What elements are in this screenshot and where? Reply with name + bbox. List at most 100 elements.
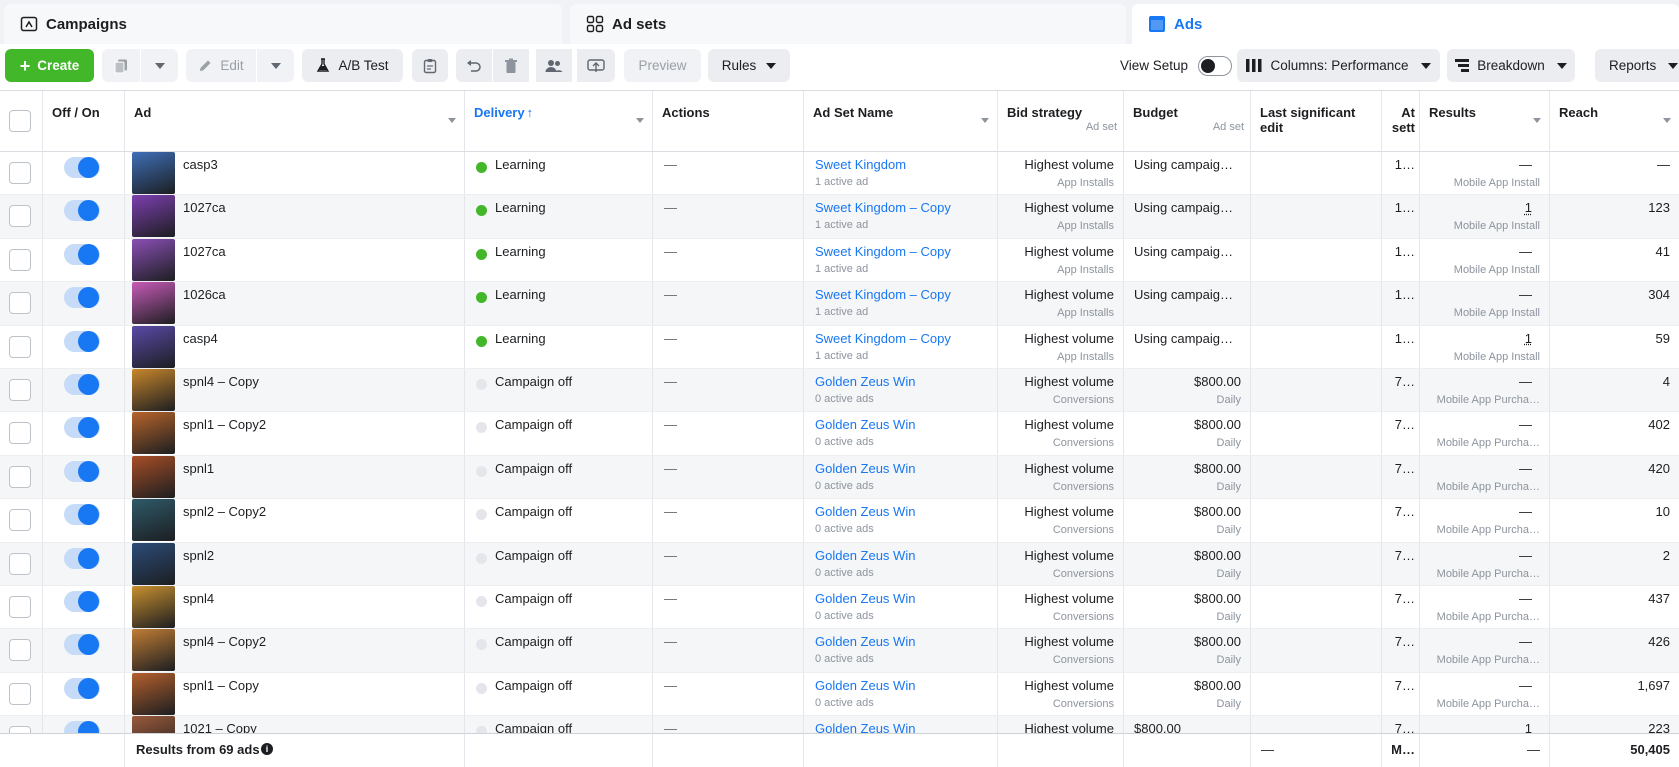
col-budget[interactable]: Budget Ad set xyxy=(1124,91,1251,151)
row-checkbox[interactable] xyxy=(9,596,31,618)
edit-button[interactable]: Edit xyxy=(186,49,256,82)
ad-on-off-toggle[interactable] xyxy=(64,417,100,438)
rules-button[interactable]: Rules xyxy=(708,49,790,82)
ad-name[interactable]: spnl4 – Copy2 xyxy=(183,634,266,649)
table-row[interactable]: spnl1 Campaign off — Golden Zeus Win 0 activ… xyxy=(0,456,1679,499)
row-checkbox[interactable] xyxy=(9,292,31,314)
clipboard-button[interactable] xyxy=(412,49,448,82)
ad-name[interactable]: casp3 xyxy=(183,157,218,172)
ad-name[interactable]: 1026ca xyxy=(183,287,226,302)
table-row[interactable]: casp3 Learning — Sweet Kingdom 1 active ad Hi… xyxy=(0,152,1679,195)
row-checkbox[interactable] xyxy=(9,683,31,705)
ad-on-off-toggle[interactable] xyxy=(64,504,100,525)
select-all-checkbox[interactable] xyxy=(9,110,31,132)
row-checkbox[interactable] xyxy=(9,422,31,444)
ad-set-link[interactable]: Golden Zeus Win xyxy=(815,417,915,432)
ad-name[interactable]: spnl1 xyxy=(183,461,214,476)
ad-name[interactable]: spnl2 – Copy2 xyxy=(183,504,266,519)
ad-on-off-toggle[interactable] xyxy=(64,244,100,265)
ad-name[interactable]: 1027ca xyxy=(183,200,226,215)
table-row[interactable]: 1027ca Learning — Sweet Kingdom – Copy 1 act… xyxy=(0,239,1679,282)
info-icon[interactable]: i xyxy=(261,743,273,755)
ad-on-off-toggle[interactable] xyxy=(64,591,100,612)
ad-name[interactable]: spnl1 – Copy xyxy=(183,678,259,693)
ad-thumbnail[interactable] xyxy=(132,499,175,541)
ad-thumbnail[interactable] xyxy=(132,543,175,585)
ad-on-off-toggle[interactable] xyxy=(64,634,100,655)
row-checkbox[interactable] xyxy=(9,639,31,661)
ad-on-off-toggle[interactable] xyxy=(64,548,100,569)
ad-thumbnail[interactable] xyxy=(132,586,175,628)
table-row[interactable]: spnl4 – Copy Campaign off — Golden Zeus Win… xyxy=(0,369,1679,412)
table-row[interactable]: 1027ca Learning — Sweet Kingdom – Copy 1 act… xyxy=(0,195,1679,238)
row-checkbox[interactable] xyxy=(9,466,31,488)
ab-test-button[interactable]: A/B Test xyxy=(302,49,403,82)
ad-thumbnail[interactable] xyxy=(132,152,175,194)
ad-on-off-toggle[interactable] xyxy=(64,331,100,352)
ad-on-off-toggle[interactable] xyxy=(64,374,100,395)
breakdown-button[interactable]: Breakdown xyxy=(1447,49,1575,82)
ad-on-off-toggle[interactable] xyxy=(64,157,100,178)
ad-set-link[interactable]: Sweet Kingdom – Copy xyxy=(815,331,951,346)
edit-dropdown[interactable] xyxy=(257,49,294,82)
tab-campaigns[interactable]: Campaigns xyxy=(4,4,562,44)
ad-set-link[interactable]: Sweet Kingdom xyxy=(815,157,906,172)
ad-name[interactable]: spnl2 xyxy=(183,548,214,563)
ad-set-link[interactable]: Sweet Kingdom – Copy xyxy=(815,244,951,259)
table-row[interactable]: casp4 Learning — Sweet Kingdom – Copy 1 acti… xyxy=(0,326,1679,369)
table-row[interactable]: spnl2 Campaign off — Golden Zeus Win 0 activ… xyxy=(0,543,1679,586)
table-row[interactable]: spnl1 – Copy Campaign off — Golden Zeus Win… xyxy=(0,673,1679,716)
ad-thumbnail[interactable] xyxy=(132,239,175,281)
table-row[interactable]: spnl4 Campaign off — Golden Zeus Win 0 activ… xyxy=(0,586,1679,629)
ad-on-off-toggle[interactable] xyxy=(64,287,100,308)
tab-adsets[interactable]: Ad sets xyxy=(570,4,1126,44)
columns-button[interactable]: Columns: Performance xyxy=(1237,49,1440,82)
delete-button[interactable] xyxy=(493,49,529,82)
ad-thumbnail[interactable] xyxy=(132,195,175,237)
col-last-edit[interactable]: Last significant edit xyxy=(1251,91,1382,151)
ad-thumbnail[interactable] xyxy=(132,369,175,411)
ad-set-link[interactable]: Sweet Kingdom – Copy xyxy=(815,200,951,215)
col-actions[interactable]: Actions xyxy=(653,91,804,151)
audience-button[interactable] xyxy=(536,49,572,82)
col-ad[interactable]: Ad xyxy=(125,91,465,151)
ad-thumbnail[interactable] xyxy=(132,326,175,368)
ad-name[interactable]: 1027ca xyxy=(183,244,226,259)
ad-set-link[interactable]: Golden Zeus Win xyxy=(815,504,915,519)
reports-button[interactable]: Reports xyxy=(1595,49,1679,82)
row-checkbox[interactable] xyxy=(9,336,31,358)
duplicate-button[interactable] xyxy=(102,49,140,82)
ad-set-link[interactable]: Golden Zeus Win xyxy=(815,548,915,563)
ad-set-link[interactable]: Golden Zeus Win xyxy=(815,591,915,606)
col-results[interactable]: Results xyxy=(1420,91,1550,151)
preview-button[interactable]: Preview xyxy=(624,49,701,82)
ad-thumbnail[interactable] xyxy=(132,412,175,454)
ad-thumbnail[interactable] xyxy=(132,673,175,715)
ad-set-link[interactable]: Golden Zeus Win xyxy=(815,634,915,649)
row-checkbox[interactable] xyxy=(9,553,31,575)
ad-name[interactable]: spnl1 – Copy2 xyxy=(183,417,266,432)
row-checkbox[interactable] xyxy=(9,379,31,401)
col-reach[interactable]: Reach xyxy=(1550,91,1679,151)
ad-name[interactable]: casp4 xyxy=(183,331,218,346)
table-row[interactable]: spnl4 – Copy2 Campaign off — Golden Zeus Wi… xyxy=(0,629,1679,672)
ad-thumbnail[interactable] xyxy=(132,282,175,324)
view-setup-toggle[interactable] xyxy=(1198,56,1232,76)
col-off-on[interactable]: Off / On xyxy=(43,91,125,151)
ad-set-link[interactable]: Golden Zeus Win xyxy=(815,678,915,693)
ad-on-off-toggle[interactable] xyxy=(64,461,100,482)
duplicate-dropdown[interactable] xyxy=(141,49,178,82)
ad-set-link[interactable]: Sweet Kingdom – Copy xyxy=(815,287,951,302)
ad-name[interactable]: spnl4 xyxy=(183,591,214,606)
table-row[interactable]: spnl2 – Copy2 Campaign off — Golden Zeus Wi… xyxy=(0,499,1679,542)
ad-set-link[interactable]: Golden Zeus Win xyxy=(815,374,915,389)
ad-thumbnail[interactable] xyxy=(132,629,175,671)
export-button[interactable] xyxy=(577,49,615,82)
row-checkbox[interactable] xyxy=(9,205,31,227)
ad-set-link[interactable]: Golden Zeus Win xyxy=(815,461,915,476)
row-checkbox[interactable] xyxy=(9,162,31,184)
ad-thumbnail[interactable] xyxy=(132,456,175,498)
table-row[interactable]: 1026ca Learning — Sweet Kingdom – Copy 1 act… xyxy=(0,282,1679,325)
col-attribution[interactable]: At sett xyxy=(1382,91,1420,151)
row-checkbox[interactable] xyxy=(9,509,31,531)
